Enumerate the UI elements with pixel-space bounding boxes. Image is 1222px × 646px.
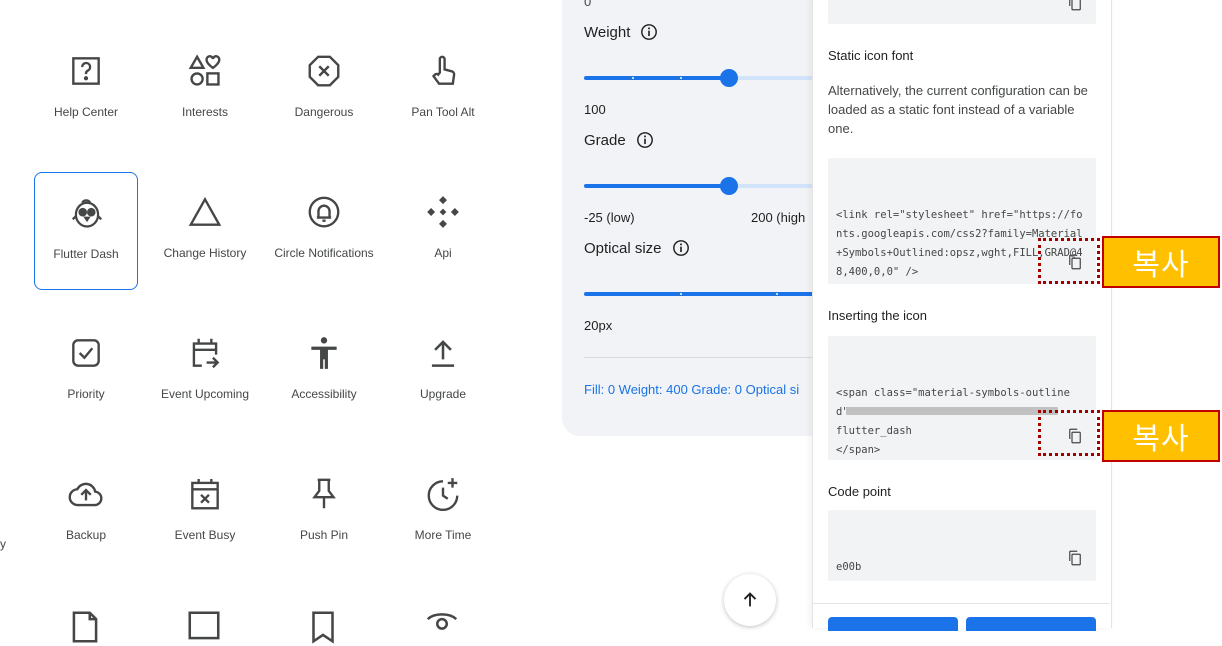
circle-notifications-icon	[305, 193, 343, 231]
web-asset-icon[interactable]	[185, 608, 223, 646]
icon-tile-label: Pan Tool Alt	[411, 105, 475, 119]
copy-highlight-box	[1038, 238, 1100, 284]
icon-tile-interests[interactable]: Interests	[153, 31, 257, 149]
icon-tile-pan-tool-alt[interactable]: Pan Tool Alt	[391, 31, 495, 149]
grade-slider-thumb[interactable]	[720, 177, 738, 195]
icon-tile-label: Dangerous	[294, 105, 354, 119]
icon-tile-circle-notifications[interactable]: Circle Notifications	[272, 172, 376, 290]
icon-tile-accessibility[interactable]: Accessibility	[272, 313, 376, 431]
icon-tile-label: Help Center	[53, 105, 119, 119]
change-history-icon	[186, 193, 224, 231]
bookmark-icon[interactable]	[304, 608, 342, 646]
copy-annotation-tag: 복사	[1102, 410, 1220, 462]
info-icon[interactable]	[636, 131, 654, 149]
optical-size-value: 20px	[584, 318, 613, 333]
grade-label: Grade	[584, 131, 654, 149]
weight-slider-thumb[interactable]	[720, 69, 738, 87]
info-icon[interactable]	[640, 23, 658, 41]
partial-icon-label: y	[0, 537, 6, 551]
grade-high-value: 200 (high	[751, 210, 806, 225]
icon-tile-label: Priority	[67, 387, 105, 401]
help-center-icon	[67, 52, 105, 90]
pan-tool-alt-icon	[424, 52, 462, 90]
code-point-box[interactable]: e00b	[828, 510, 1096, 581]
description-icon[interactable]	[66, 608, 104, 646]
api-icon	[424, 193, 462, 231]
scroll-to-top-button[interactable]	[724, 574, 776, 626]
priority-icon	[67, 334, 105, 372]
icon-tile-help-center[interactable]: Help Center	[34, 31, 138, 149]
interests-icon	[186, 52, 224, 90]
optical-size-label: Optical size	[584, 239, 690, 257]
icon-tile-label: Event Busy	[174, 528, 236, 542]
icon-tile-priority[interactable]: Priority	[34, 313, 138, 431]
dangerous-icon	[305, 52, 343, 90]
icon-tile-label: More Time	[414, 528, 472, 542]
more-time-icon	[424, 475, 462, 513]
code-snippet-box	[828, 0, 1096, 24]
arrow-upward-icon	[743, 592, 757, 607]
icon-tile-label: Upgrade	[419, 387, 467, 401]
copy-highlight-box	[1038, 410, 1100, 456]
inserting-icon-title: Inserting the icon	[828, 308, 928, 323]
icon-tile-label: Change History	[163, 246, 247, 260]
grade-slider[interactable]	[584, 184, 814, 188]
icon-tile-label: Circle Notifications	[274, 246, 374, 260]
icon-tile-label: Accessibility	[291, 387, 357, 401]
icon-tile-event-busy[interactable]: Event Busy	[153, 454, 257, 572]
flutter-dash-icon	[68, 194, 106, 232]
fill-value: 0	[584, 0, 592, 9]
grade-low-value: -25 (low)	[584, 210, 635, 225]
icon-tile-flutter-dash[interactable]: Flutter Dash	[34, 172, 138, 290]
divider	[584, 357, 814, 358]
info-icon[interactable]	[672, 239, 690, 257]
icon-tile-label: Push Pin	[299, 528, 349, 542]
icon-tile-label: Interests	[181, 105, 229, 119]
backup-icon	[67, 475, 105, 513]
copy-annotation-tag: 복사	[1102, 236, 1220, 288]
event-busy-icon	[186, 475, 224, 513]
download-png-button[interactable]	[966, 617, 1096, 631]
visibility-icon[interactable]	[423, 608, 461, 646]
weight-slider[interactable]	[584, 76, 814, 80]
copy-icon[interactable]	[1066, 549, 1084, 567]
divider	[813, 603, 1110, 604]
icon-tile-label: Api	[434, 246, 452, 260]
weight-label: Weight	[584, 23, 658, 41]
weight-value: 100	[584, 102, 606, 117]
icon-tile-upgrade[interactable]: Upgrade	[391, 313, 495, 431]
code-point-title: Code point	[828, 484, 891, 499]
optical-size-slider[interactable]	[584, 292, 814, 296]
icon-tile-label: Backup	[65, 528, 107, 542]
upgrade-icon	[424, 334, 462, 372]
icon-tile-dangerous[interactable]: Dangerous	[272, 31, 376, 149]
accessibility-icon	[305, 334, 343, 372]
icon-tile-more-time[interactable]: More Time	[391, 454, 495, 572]
icon-tile-push-pin[interactable]: Push Pin	[272, 454, 376, 572]
code-horizontal-scrollbar[interactable]	[846, 407, 1058, 415]
copy-icon[interactable]	[1066, 0, 1084, 12]
static-icon-font-description: Alternatively, the current configuration…	[828, 83, 1088, 136]
icon-tile-label: Event Upcoming	[160, 387, 250, 401]
icon-tile-backup[interactable]: Backup	[34, 454, 138, 572]
icon-tile-api[interactable]: Api	[391, 172, 495, 290]
static-icon-font-title: Static icon font	[828, 48, 914, 63]
event-upcoming-icon	[186, 334, 224, 372]
icon-tile-change-history[interactable]: Change History	[153, 172, 257, 290]
download-svg-button[interactable]	[828, 617, 958, 631]
push-pin-icon	[305, 475, 343, 513]
icon-tile-label: Flutter Dash	[53, 247, 119, 261]
icon-tile-event-upcoming[interactable]: Event Upcoming	[153, 313, 257, 431]
settings-summary: Fill: 0 Weight: 400 Grade: 0 Optical si	[584, 382, 800, 397]
